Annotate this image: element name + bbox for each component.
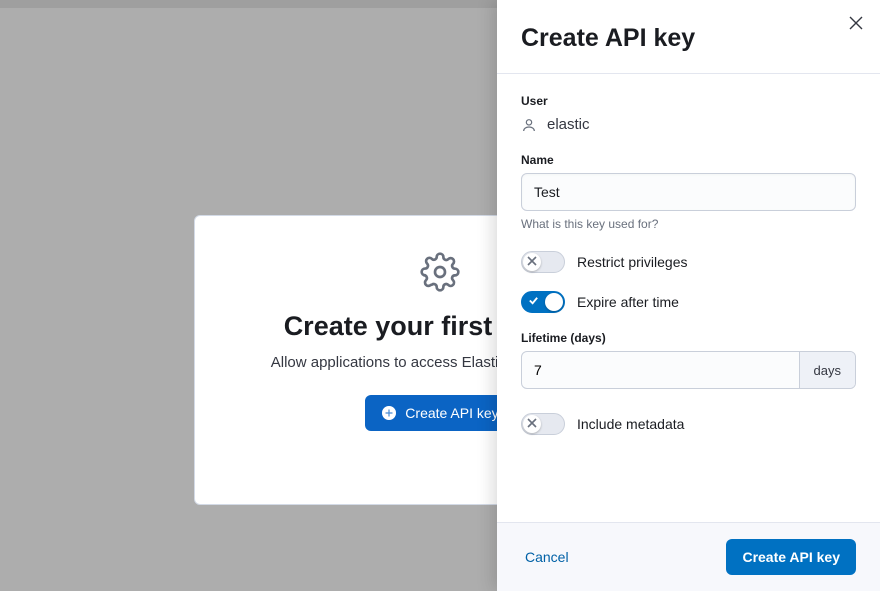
toggle-knob xyxy=(523,253,541,271)
user-section: User elastic xyxy=(521,94,856,133)
flyout-footer: Cancel Create API key xyxy=(497,522,880,591)
user-icon xyxy=(521,117,537,133)
lifetime-label: Lifetime (days) xyxy=(521,331,856,345)
name-input[interactable] xyxy=(521,173,856,211)
expire-after-time-label: Expire after time xyxy=(577,294,679,310)
include-metadata-row: Include metadata xyxy=(521,413,856,435)
lifetime-input[interactable] xyxy=(522,352,799,388)
cancel-button[interactable]: Cancel xyxy=(521,541,573,573)
flyout-body: User elastic Name What is this key used … xyxy=(497,74,880,522)
create-api-key-flyout: Create API key User elastic Name What is… xyxy=(497,0,880,591)
submit-create-api-key-button[interactable]: Create API key xyxy=(726,539,856,575)
name-label: Name xyxy=(521,153,856,167)
user-label: User xyxy=(521,94,856,108)
restrict-privileges-label: Restrict privileges xyxy=(577,254,687,270)
close-icon xyxy=(849,16,863,33)
flyout-title: Create API key xyxy=(521,24,856,53)
toggle-knob xyxy=(545,293,563,311)
restrict-privileges-row: Restrict privileges xyxy=(521,251,856,273)
x-icon xyxy=(527,418,537,431)
x-icon xyxy=(527,256,537,269)
lifetime-section: Lifetime (days) days xyxy=(521,331,856,389)
check-icon xyxy=(528,295,539,309)
include-metadata-label: Include metadata xyxy=(577,416,684,432)
user-value-row: elastic xyxy=(521,116,856,133)
name-section: Name What is this key used for? xyxy=(521,153,856,231)
name-help-text: What is this key used for? xyxy=(521,217,856,231)
plus-circle-icon xyxy=(381,405,397,421)
create-api-key-button-label: Create API key xyxy=(405,405,498,421)
user-value: elastic xyxy=(547,116,590,133)
restrict-privileges-toggle[interactable] xyxy=(521,251,565,273)
lifetime-unit: days xyxy=(799,352,855,388)
create-api-key-button[interactable]: Create API key xyxy=(365,395,514,431)
expire-after-time-toggle[interactable] xyxy=(521,291,565,313)
include-metadata-toggle[interactable] xyxy=(521,413,565,435)
toggle-knob xyxy=(523,415,541,433)
lifetime-input-group: days xyxy=(521,351,856,389)
gear-icon xyxy=(420,252,460,297)
flyout-header: Create API key xyxy=(497,0,880,74)
close-button[interactable] xyxy=(844,12,868,36)
expire-after-time-row: Expire after time xyxy=(521,291,856,313)
